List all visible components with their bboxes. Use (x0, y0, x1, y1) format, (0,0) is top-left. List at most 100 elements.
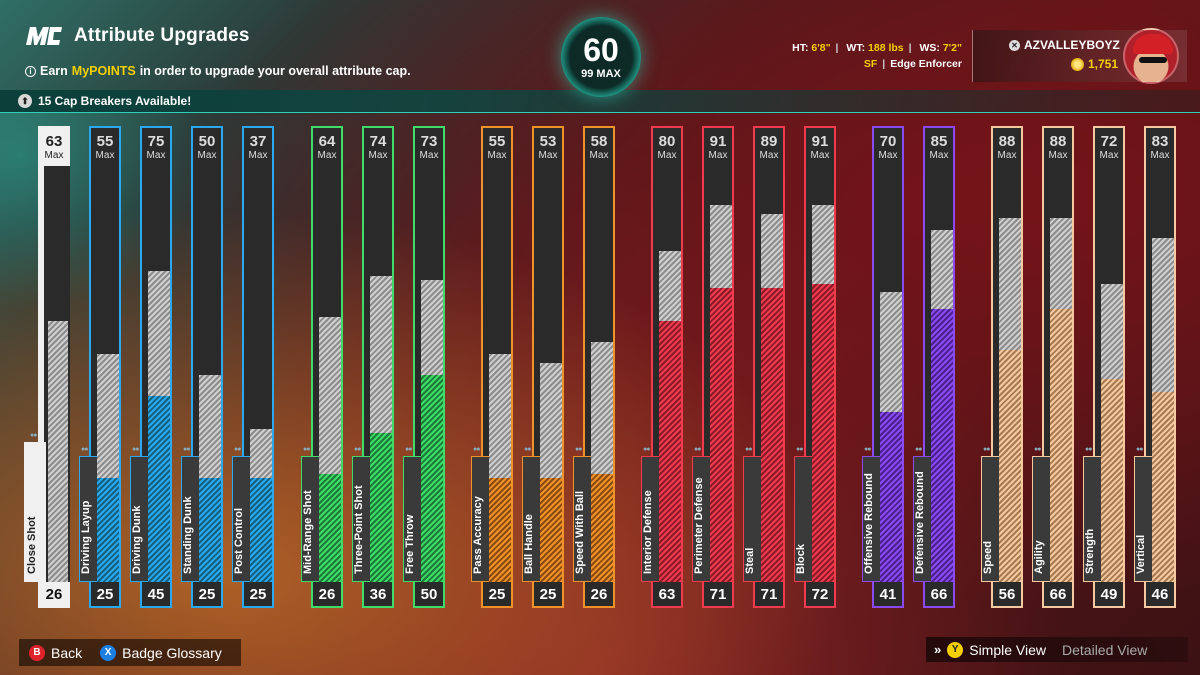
attribute-max-label: Max (538, 150, 558, 161)
attribute-current-fill (931, 309, 953, 582)
badge-dots-icon: ●● (473, 446, 481, 453)
simple-view-button[interactable]: Simple View (969, 642, 1046, 658)
attribute-current-value: 46 (1151, 586, 1169, 603)
attribute-max-value: 72 (1100, 133, 1118, 150)
overall-rating: 60 99 MAX (561, 17, 641, 97)
attribute-current-fill (659, 321, 681, 582)
attribute-column[interactable]: 72 Max Strength ●● 49 (1083, 126, 1125, 608)
badge-dots-icon: ●● (405, 446, 413, 453)
weight-label: WT: (846, 42, 866, 54)
attribute-column[interactable]: 89 Max Steal ●● 71 (743, 126, 785, 608)
attribute-max-value: 73 (420, 133, 438, 150)
attribute-current-value: 45 (147, 586, 165, 603)
attribute-current-fill (148, 396, 170, 582)
attribute-max-value: 53 (539, 133, 557, 150)
attribute-column[interactable]: 73 Max Free Throw ●● 50 (403, 126, 445, 608)
x-button-icon: X (100, 644, 117, 661)
badge-glossary-button[interactable]: Badge Glossary (122, 645, 222, 661)
attribute-name: Driving Layup (80, 500, 92, 574)
attribute-column[interactable]: 91 Max Perimeter Defense ●● 71 (692, 126, 734, 608)
attribute-column[interactable]: 80 Max Interior Defense ●● 63 (641, 126, 683, 608)
attribute-max-label: Max (708, 150, 728, 161)
attribute-current-fill (999, 350, 1021, 582)
attribute-current-fill (540, 478, 562, 582)
attribute-current-value: 66 (930, 586, 948, 603)
attribute-column[interactable]: 64 Max Mid-Range Shot ●● 26 (301, 126, 343, 608)
attribute-column[interactable]: 50 Max Standing Dunk ●● 25 (181, 126, 223, 608)
attribute-column[interactable]: 63 Max Close Shot ●● 26 (24, 126, 70, 608)
attribute-current-fill (370, 433, 392, 582)
attribute-current-value: 25 (539, 586, 557, 603)
attribute-name: Ball Handle (523, 514, 535, 574)
attribute-current-fill (319, 474, 341, 582)
attribute-current-value: 49 (1100, 586, 1118, 603)
chevron-right-icon: » (934, 642, 942, 657)
attribute-current-fill (1152, 392, 1174, 582)
badge-dots-icon: ●● (864, 446, 872, 453)
attribute-current-value: 66 (1049, 586, 1067, 603)
attribute-name: Close Shot (26, 516, 38, 574)
attribute-current-value: 71 (760, 586, 778, 603)
attribute-max-label: Max (657, 150, 677, 161)
attribute-current-fill (761, 288, 783, 582)
wingspan-label: WS: (919, 42, 940, 54)
attribute-column[interactable]: 74 Max Three-Point Shot ●● 36 (352, 126, 394, 608)
position-value: SF (863, 58, 878, 70)
attribute-name: Three-Point Shot (353, 485, 365, 574)
attribute-name: Pass Accuracy (472, 496, 484, 574)
badge-dots-icon: ●● (915, 446, 923, 453)
attribute-current-value: 26 (318, 586, 336, 603)
attribute-column[interactable]: 55 Max Driving Layup ●● 25 (79, 126, 121, 608)
attribute-column[interactable]: 58 Max Speed With Ball ●● 26 (573, 126, 615, 608)
badge-dots-icon: ●● (1034, 446, 1042, 453)
badge-dots-icon: ●● (694, 446, 702, 453)
attribute-current-fill (880, 412, 902, 582)
attribute-column[interactable]: 88 Max Agility ●● 66 (1032, 126, 1074, 608)
view-toggle: » Y Simple View Detailed View (926, 637, 1188, 662)
attribute-name: Mid-Range Shot (302, 490, 314, 574)
attribute-column[interactable]: 88 Max Speed ●● 56 (981, 126, 1023, 608)
attribute-max-value: 63 (45, 133, 63, 150)
back-button[interactable]: Back (51, 645, 82, 661)
player-info: HT: 6'8" | WT: 188 lbs | WS: 7'2" SF | Edge … (792, 42, 962, 70)
badge-dots-icon: ●● (81, 446, 89, 453)
attribute-current-fill (250, 478, 272, 582)
attribute-max-value: 89 (760, 133, 778, 150)
attribute-current-fill (812, 284, 834, 582)
overall-max: 99 MAX (581, 68, 621, 80)
attribute-name: Strength (1084, 528, 1096, 574)
attribute-column[interactable]: 75 Max Driving Dunk ●● 45 (130, 126, 172, 608)
attribute-max-value: 50 (198, 133, 216, 150)
attribute-max-value: 91 (811, 133, 829, 150)
attribute-name: Vertical (1135, 534, 1147, 574)
attribute-current-value: 26 (590, 586, 608, 603)
attribute-current-value: 25 (249, 586, 267, 603)
attribute-max-label: Max (95, 150, 115, 161)
attribute-column[interactable]: 85 Max Defensive Rebound ●● 66 (913, 126, 955, 608)
attribute-column[interactable]: 91 Max Block ●● 72 (794, 126, 836, 608)
attribute-column[interactable]: 37 Max Post Control ●● 25 (232, 126, 274, 608)
attribute-name: Free Throw (404, 514, 416, 574)
attribute-name: Offensive Rebound (863, 473, 875, 574)
player-card: ✕ AZVALLEYBOYZ 1,751 (972, 28, 1187, 84)
attribute-column[interactable]: 55 Max Pass Accuracy ●● 25 (471, 126, 513, 608)
detailed-view-button[interactable]: Detailed View (1062, 642, 1147, 658)
badge-dots-icon: ●● (575, 446, 583, 453)
attribute-column[interactable]: 83 Max Vertical ●● 46 (1134, 126, 1176, 608)
attribute-max-label: Max (1048, 150, 1068, 161)
b-button-icon: B (29, 644, 45, 661)
attribute-current-value: 50 (420, 586, 438, 603)
attribute-name: Interior Defense (642, 490, 654, 574)
attribute-max-label: Max (589, 150, 609, 161)
attribute-max-label: Max (248, 150, 268, 161)
attribute-column[interactable]: 70 Max Offensive Rebound ●● 41 (862, 126, 904, 608)
mypoints-highlight: MyPOINTS (71, 64, 136, 78)
badge-dots-icon: ●● (354, 446, 362, 453)
attribute-max-value: 88 (998, 133, 1016, 150)
attribute-column[interactable]: 53 Max Ball Handle ●● 25 (522, 126, 564, 608)
attribute-max-label: Max (1150, 150, 1170, 161)
weight-value: 188 lbs (868, 42, 904, 54)
attribute-current-value: 26 (45, 586, 63, 603)
gamertag: ✕ AZVALLEYBOYZ (1009, 38, 1120, 52)
attribute-name: Perimeter Defense (693, 477, 705, 574)
